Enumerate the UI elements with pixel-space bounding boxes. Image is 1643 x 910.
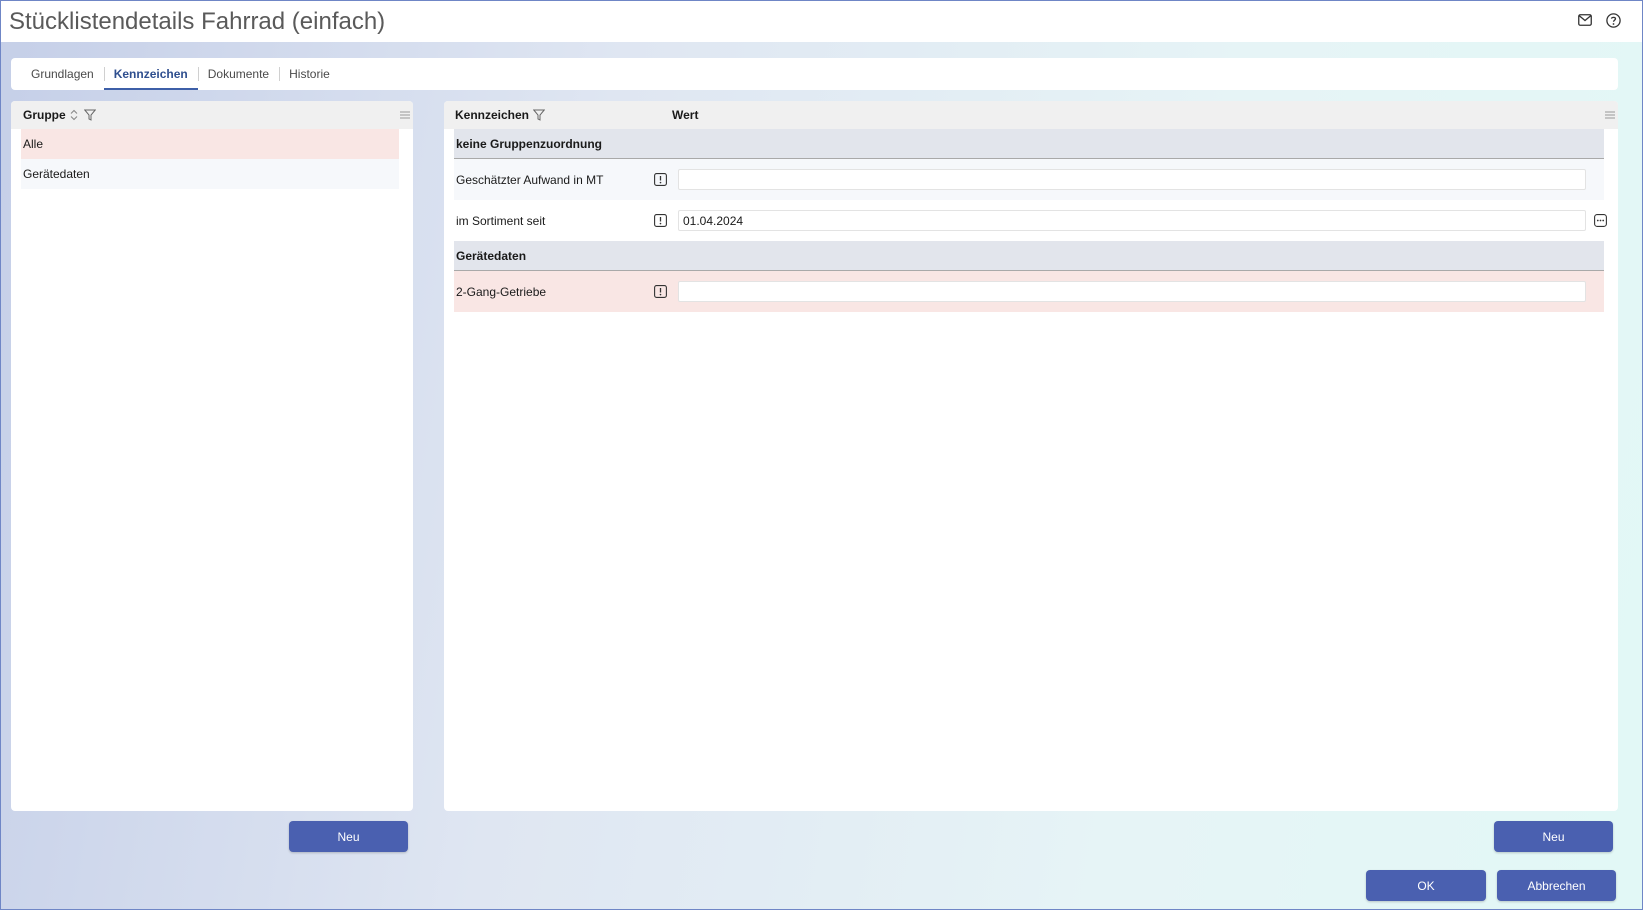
value-input-im-sortiment-seit[interactable] bbox=[678, 210, 1586, 231]
cancel-button[interactable]: Abbrechen bbox=[1497, 870, 1616, 901]
filter-icon[interactable] bbox=[83, 109, 96, 121]
column-menu-icon[interactable] bbox=[1604, 109, 1616, 121]
section-header-keine-gruppenzuordnung: keine Gruppenzuordnung bbox=[454, 129, 1604, 159]
characteristics-panel: Kennzeichen Wert keine Gruppenzuordnung … bbox=[444, 101, 1618, 811]
group-panel-header: Gruppe bbox=[11, 101, 413, 129]
table-row[interactable]: 2-Gang-Getriebe bbox=[454, 271, 1604, 312]
group-row-alle[interactable]: Alle bbox=[21, 129, 399, 159]
column-menu-icon[interactable] bbox=[399, 109, 411, 121]
section-header-geraetedaten: Gerätedaten bbox=[454, 241, 1604, 271]
characteristics-panel-header: Kennzeichen Wert bbox=[444, 101, 1618, 129]
column-header-wert[interactable]: Wert bbox=[672, 108, 698, 122]
group-row-geraetedaten[interactable]: Gerätedaten bbox=[21, 159, 399, 189]
window-title: Stücklistendetails Fahrrad (einfach) bbox=[9, 7, 386, 35]
ellipsis-icon[interactable] bbox=[1594, 214, 1607, 227]
tab-kennzeichen[interactable]: Kennzeichen bbox=[103, 58, 198, 90]
group-panel: Gruppe Alle Gerätedaten bbox=[11, 101, 413, 811]
value-input-geschaetzter-aufwand[interactable] bbox=[678, 169, 1586, 190]
column-header-kennzeichen[interactable]: Kennzeichen bbox=[455, 108, 529, 122]
info-icon[interactable] bbox=[654, 173, 667, 186]
characteristic-label: 2-Gang-Getriebe bbox=[456, 284, 547, 299]
column-header-gruppe[interactable]: Gruppe bbox=[23, 108, 66, 122]
title-bar: Stücklistendetails Fahrrad (einfach) bbox=[1, 1, 1642, 42]
help-icon[interactable] bbox=[1604, 11, 1622, 29]
group-label: Alle bbox=[23, 137, 44, 151]
group-label: Gerätedaten bbox=[23, 167, 90, 181]
characteristic-label: Geschätzter Aufwand in MT bbox=[456, 172, 604, 187]
ok-button[interactable]: OK bbox=[1366, 870, 1486, 901]
tab-historie[interactable]: Historie bbox=[279, 58, 340, 90]
characteristic-label: im Sortiment seit bbox=[456, 213, 546, 228]
table-row[interactable]: Geschätzter Aufwand in MT bbox=[454, 159, 1604, 200]
info-icon[interactable] bbox=[654, 214, 667, 227]
table-row[interactable]: im Sortiment seit bbox=[454, 200, 1607, 241]
sort-icon[interactable] bbox=[70, 109, 78, 121]
info-icon[interactable] bbox=[654, 285, 667, 298]
value-input-2-gang-getriebe[interactable] bbox=[678, 281, 1586, 302]
new-characteristic-button[interactable]: Neu bbox=[1494, 821, 1613, 852]
tab-grundlagen[interactable]: Grundlagen bbox=[21, 58, 104, 90]
mail-icon[interactable] bbox=[1576, 11, 1594, 29]
new-group-button[interactable]: Neu bbox=[289, 821, 408, 852]
filter-icon[interactable] bbox=[533, 109, 546, 121]
tab-bar: Grundlagen Kennzeichen Dokumente Histori… bbox=[11, 58, 1618, 90]
tab-dokumente[interactable]: Dokumente bbox=[197, 58, 279, 90]
